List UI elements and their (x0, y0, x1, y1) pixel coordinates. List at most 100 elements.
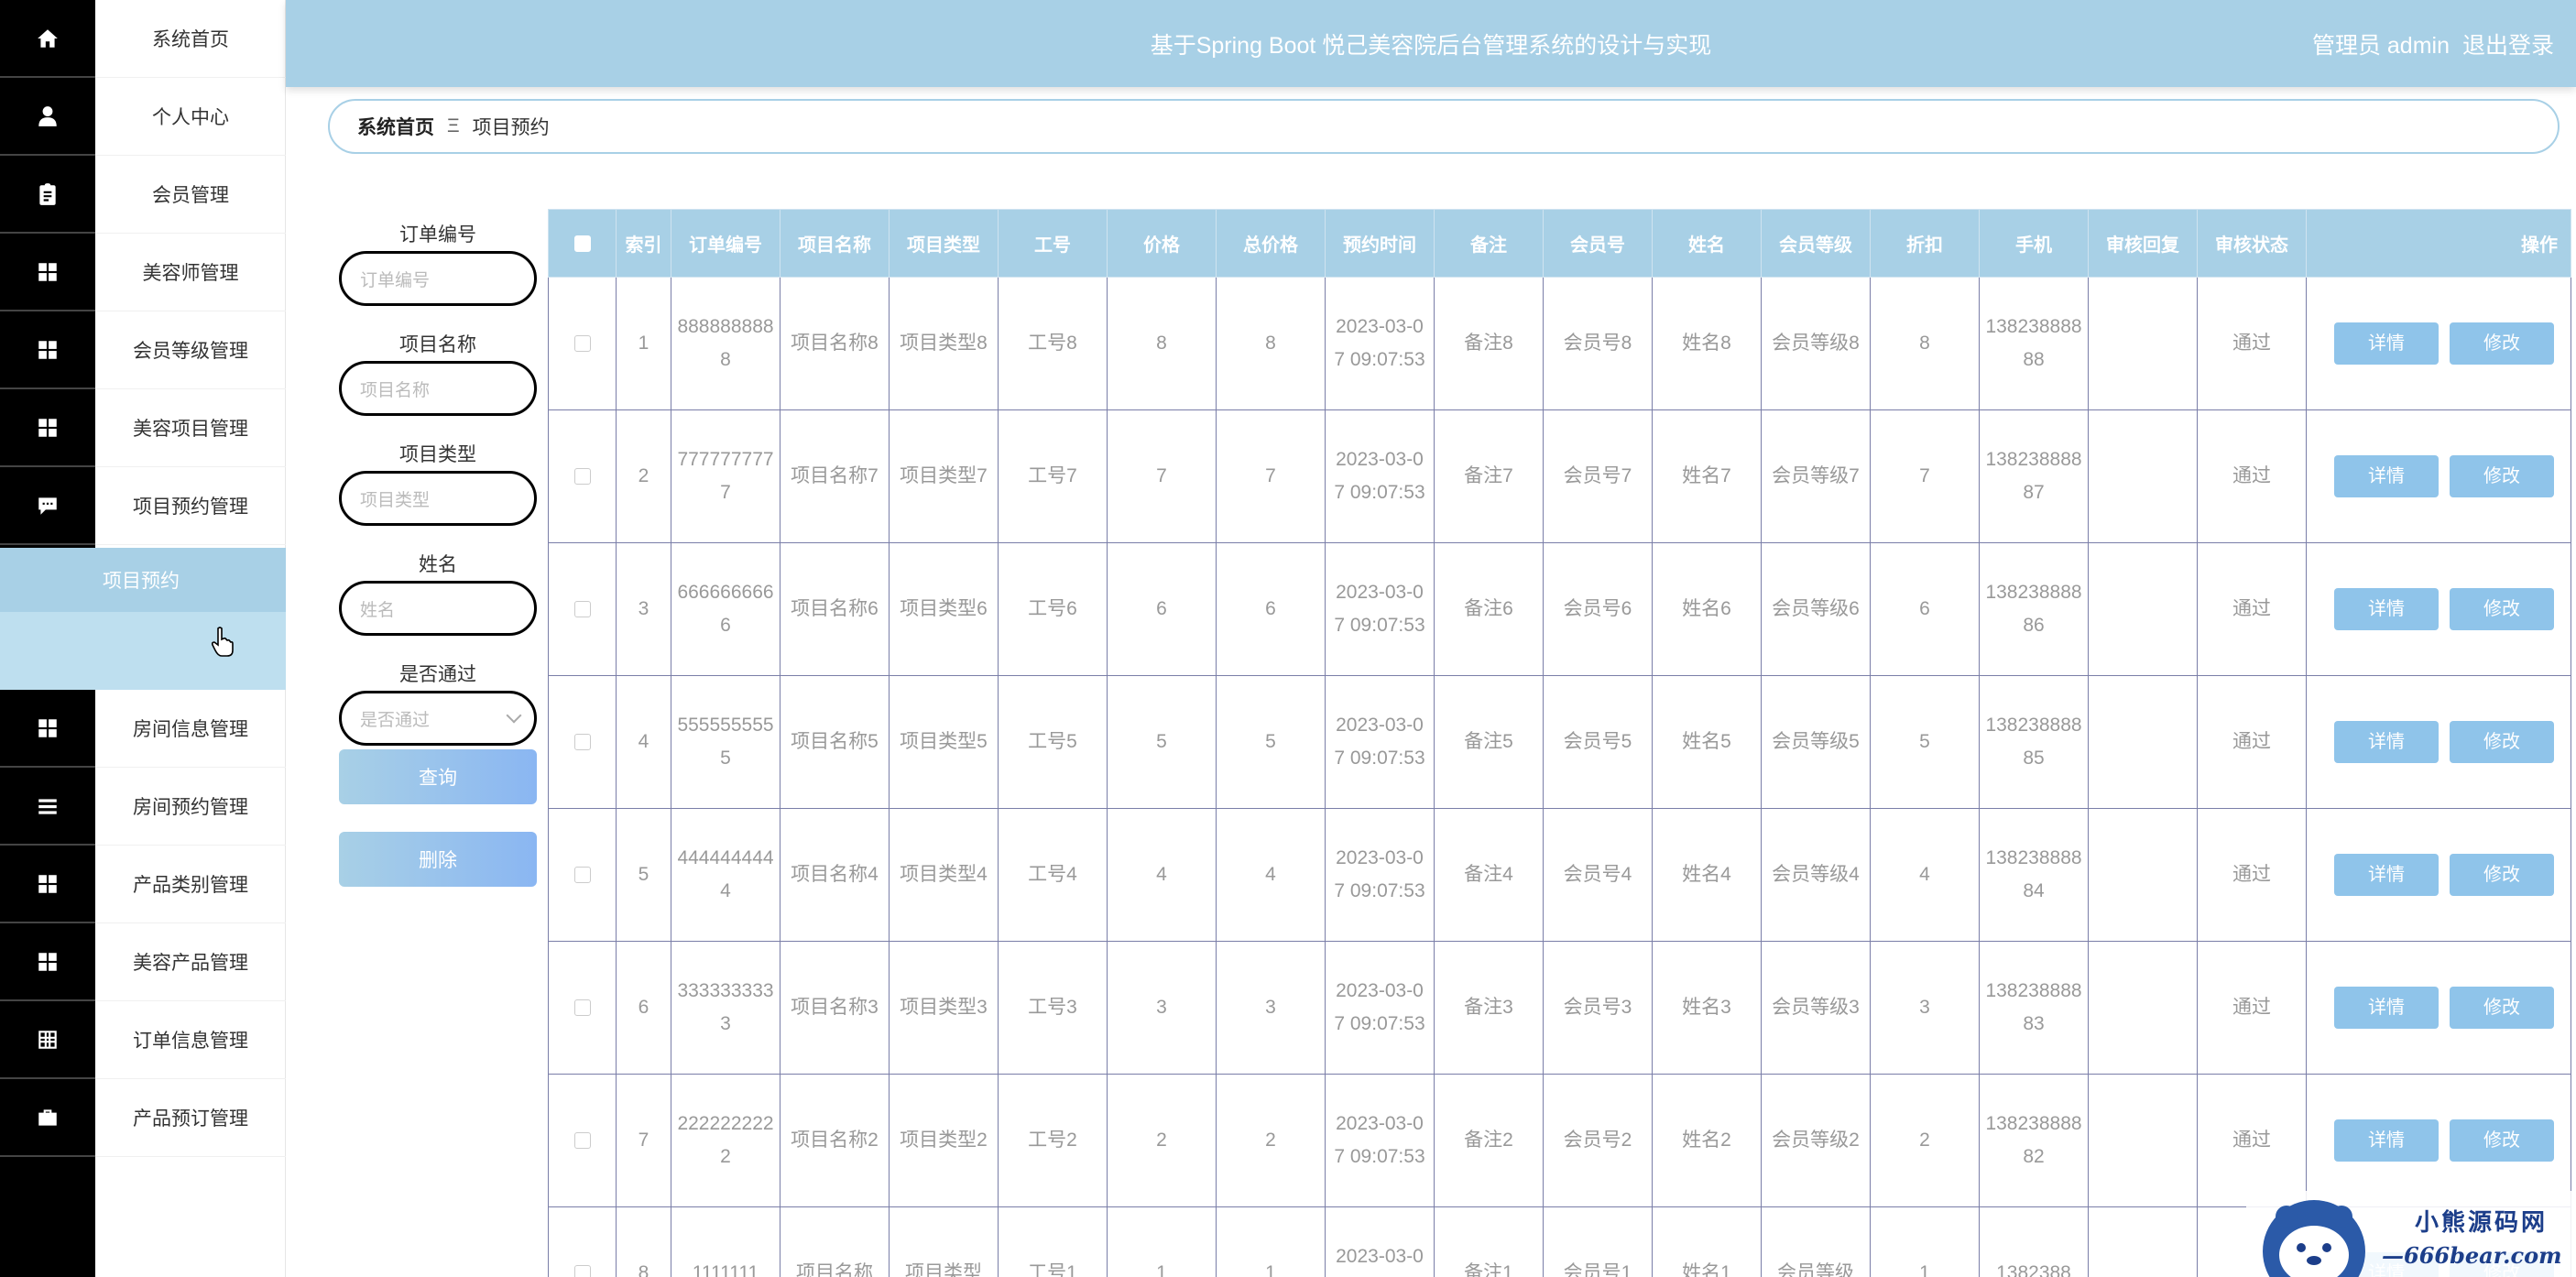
select-all-checkbox-cell[interactable] (548, 209, 617, 278)
list-icon[interactable] (0, 768, 95, 846)
row-checkbox-cell[interactable] (548, 1074, 617, 1207)
cell-staff: 工号8 (998, 277, 1108, 410)
briefcase-icon[interactable] (0, 1079, 95, 1157)
edit-button[interactable]: 修改 (2450, 588, 2554, 630)
grid-icon[interactable] (0, 846, 95, 923)
column-header: 订单编号 (671, 209, 780, 278)
home-icon[interactable] (0, 0, 95, 78)
user-icon[interactable] (0, 78, 95, 156)
column-header: 预约时间 (1325, 209, 1435, 278)
breadcrumb-current: 项目预约 (472, 117, 550, 138)
row-checkbox[interactable] (573, 867, 591, 884)
select-all-checkbox[interactable] (573, 235, 591, 252)
clipboard-icon[interactable] (0, 156, 95, 234)
sidebar-item-4[interactable]: 美容师管理 (95, 234, 286, 311)
detail-button[interactable]: 详情 (2334, 987, 2439, 1029)
detail-button[interactable]: 详情 (2334, 588, 2439, 630)
cell-member: 会员号6 (1543, 542, 1653, 676)
sidebar-item-13[interactable]: 订单信息管理 (95, 1001, 286, 1079)
sidebar-item-5[interactable]: 会员等级管理 (95, 311, 286, 389)
cell-order: 2222222222 (671, 1074, 780, 1207)
row-checkbox[interactable] (573, 601, 591, 618)
row-checkbox-cell[interactable] (548, 542, 617, 676)
sidebar-item-14[interactable]: 产品预订管理 (95, 1079, 286, 1157)
search-form: 订单编号 订单编号 项目名称 项目名称 项目类型 项目类型 姓名 姓名 是否通过… (339, 220, 537, 887)
cell-phone: 13823888887 (1979, 409, 2089, 543)
edit-button[interactable]: 修改 (2450, 854, 2554, 896)
grid-icon[interactable] (0, 690, 95, 768)
table-row[interactable]: 1 8888888888 项目名称8 项目类型8 工号8 8 8 2023-03-07 09:… (548, 277, 2571, 410)
detail-button[interactable]: 详情 (2334, 721, 2439, 763)
row-checkbox[interactable] (573, 1132, 591, 1150)
cell-price: 4 (1107, 808, 1217, 942)
logout-link[interactable]: 退出登录 (2462, 33, 2554, 59)
sidebar-item-10[interactable]: 房间预约管理 (95, 768, 286, 846)
cell-idx: 5 (616, 808, 671, 942)
column-header: 索引 (616, 209, 671, 278)
sidebar-item-11[interactable]: 产品类别管理 (95, 846, 286, 923)
sidebar-item-6[interactable]: 美容项目管理 (95, 389, 286, 467)
edit-button[interactable]: 修改 (2450, 721, 2554, 763)
breadcrumb-home[interactable]: 系统首页 (357, 113, 434, 140)
edit-button[interactable]: 修改 (2450, 1119, 2554, 1162)
cell-total: 4 (1216, 808, 1326, 942)
detail-button[interactable]: 详情 (2334, 1119, 2439, 1162)
cell-person: 姓名5 (1652, 675, 1762, 809)
table-row[interactable]: 7 2222222222 项目名称2 项目类型2 工号2 2 2 2023-03-07 09:… (548, 1074, 2571, 1207)
detail-button[interactable]: 详情 (2334, 455, 2439, 497)
cell-price: 5 (1107, 675, 1217, 809)
sidebar-item-12[interactable]: 美容产品管理 (95, 923, 286, 1001)
row-checkbox[interactable] (573, 734, 591, 751)
cell-total: 2 (1216, 1074, 1326, 1207)
sidebar-item-7[interactable]: 项目预约管理 (95, 467, 286, 545)
table-row[interactable]: 3 6666666666 项目名称6 项目类型6 工号6 6 6 2023-03-07 09:… (548, 542, 2571, 676)
sidebar-subitem-project-booking[interactable]: 项目预约 (0, 548, 286, 612)
sidebar-item-3[interactable]: 会员管理 (95, 156, 286, 234)
grid-icon[interactable] (0, 389, 95, 467)
cell-order: 4444444444 (671, 808, 780, 942)
cell-level: 会员等级7 (1761, 409, 1871, 543)
row-checkbox-cell[interactable] (548, 808, 617, 942)
table-row[interactable]: 6 3333333333 项目名称3 项目类型3 工号3 3 3 2023-03-07 09:… (548, 941, 2571, 1075)
order-no-input[interactable]: 订单编号 (339, 251, 537, 306)
sidebar-item-9[interactable]: 房间信息管理 (95, 690, 286, 768)
table-row[interactable]: 2 7777777777 项目名称7 项目类型7 工号7 7 7 2023-03-07 09:… (548, 409, 2571, 543)
delete-button[interactable]: 删除 (339, 832, 537, 887)
edit-button[interactable]: 修改 (2450, 987, 2554, 1029)
chat-icon[interactable] (0, 467, 95, 545)
sidebar-item-1[interactable]: 系统首页 (95, 0, 286, 78)
table-icon[interactable] (0, 1001, 95, 1079)
row-checkbox-cell[interactable] (548, 941, 617, 1075)
row-checkbox-cell[interactable] (548, 1206, 617, 1277)
cell-type: 项目类型6 (889, 542, 999, 676)
row-checkbox-cell[interactable] (548, 675, 617, 809)
row-checkbox[interactable] (573, 335, 591, 353)
edit-button[interactable]: 修改 (2450, 455, 2554, 497)
grid-icon[interactable] (0, 923, 95, 1001)
watermark: 小熊源码网 —666bear.com— (2246, 1191, 2576, 1277)
query-button[interactable]: 查询 (339, 749, 537, 804)
row-checkbox[interactable] (573, 468, 591, 486)
column-header: 总价格 (1216, 209, 1326, 278)
grid-icon[interactable] (0, 311, 95, 389)
row-checkbox-cell[interactable] (548, 409, 617, 543)
row-checkbox[interactable] (573, 1265, 591, 1277)
detail-button[interactable]: 详情 (2334, 854, 2439, 896)
passed-select[interactable]: 是否通过 (339, 691, 537, 746)
sidebar-item-2[interactable]: 个人中心 (95, 78, 286, 156)
table-row[interactable]: 5 4444444444 项目名称4 项目类型4 工号4 4 4 2023-03-07 09:… (548, 808, 2571, 942)
grid-icon[interactable] (0, 234, 95, 311)
edit-button[interactable]: 修改 (2450, 322, 2554, 365)
item-type-input[interactable]: 项目类型 (339, 471, 537, 526)
cell-reply (2088, 675, 2198, 809)
cell-level: 会员等级8 (1761, 277, 1871, 410)
cell-reply (2088, 1206, 2198, 1277)
row-checkbox-cell[interactable] (548, 277, 617, 410)
name-input[interactable]: 姓名 (339, 581, 537, 636)
row-checkbox[interactable] (573, 999, 591, 1017)
cell-type: 项目类型2 (889, 1074, 999, 1207)
table-row[interactable]: 4 5555555555 项目名称5 项目类型5 工号5 5 5 2023-03-07 09:… (548, 675, 2571, 809)
item-name-input[interactable]: 项目名称 (339, 361, 537, 416)
cell-order: 8888888888 (671, 277, 780, 410)
detail-button[interactable]: 详情 (2334, 322, 2439, 365)
